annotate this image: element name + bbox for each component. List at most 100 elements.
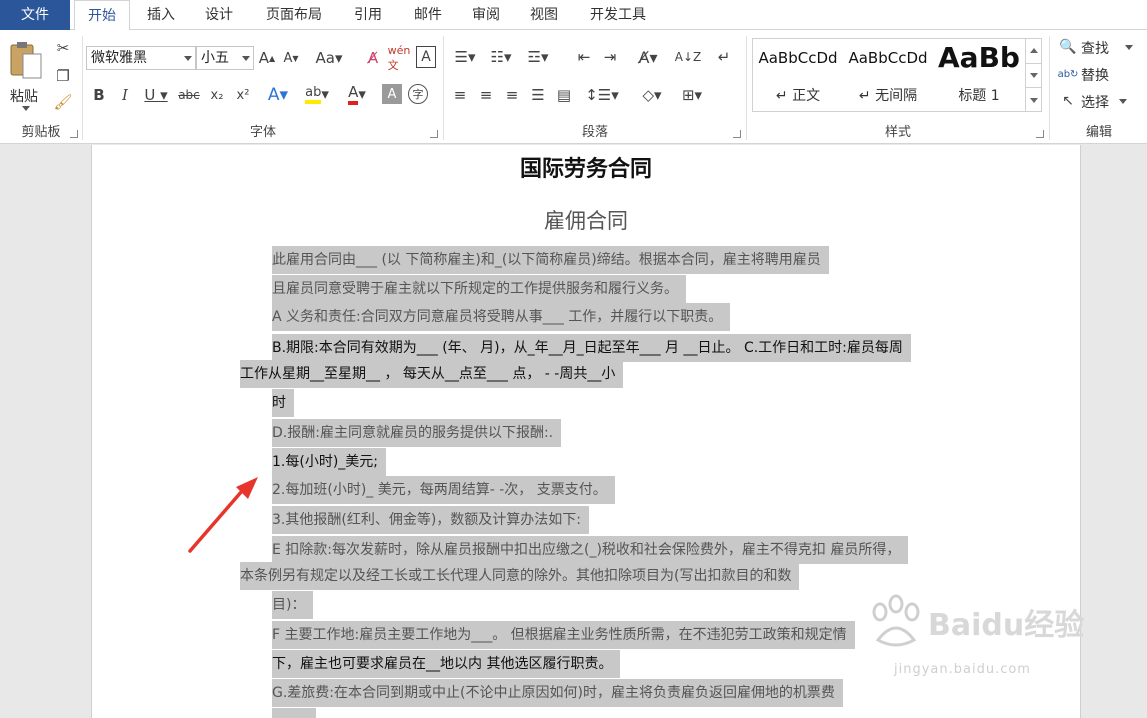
borders-icon[interactable]: ⊞▾ xyxy=(675,84,709,106)
tab-home[interactable]: 开始 xyxy=(74,0,130,31)
grow-font-icon[interactable]: A ▲ xyxy=(258,48,276,68)
red-arrow-icon xyxy=(188,477,258,553)
tab-insert[interactable]: 插入 xyxy=(136,0,186,30)
group-divider xyxy=(82,36,83,140)
chevron-down-icon xyxy=(184,56,192,61)
tab-review[interactable]: 审阅 xyxy=(462,0,510,30)
document-line[interactable]: E 扣除款:每次发薪时，除从雇员报酬中扣出应缴之(_)税收和社会保险费外，雇主不… xyxy=(272,536,909,564)
paste-label: 粘贴 xyxy=(10,89,38,105)
enclose-characters-icon[interactable]: 字 xyxy=(408,84,428,104)
select-label: 选择 xyxy=(1081,95,1109,111)
clear-formatting-icon[interactable]: A̸ xyxy=(362,48,384,68)
select-button[interactable]: ↖ 选择 xyxy=(1057,90,1143,112)
replace-label: 替换 xyxy=(1081,68,1109,84)
document-line[interactable]: F 主要工作地:雇员主要工作地为___。 但根据雇主业务性质所需，在不违犯劳工政… xyxy=(272,621,855,649)
character-border-icon[interactable]: A xyxy=(416,46,436,68)
clipboard-launcher-icon[interactable] xyxy=(70,130,78,138)
find-label: 查找 xyxy=(1081,41,1109,57)
document-line[interactable]: A 义务和责任:合同双方同意雇员将受聘从事___ 工作，并履行以下职责。 xyxy=(272,303,731,331)
tab-developer[interactable]: 开发工具 xyxy=(580,0,656,30)
shrink-font-icon[interactable]: A ▼ xyxy=(282,48,300,68)
align-right-icon[interactable]: ≡ xyxy=(501,84,523,106)
font-size-combo[interactable]: 小五 xyxy=(196,46,254,70)
multilevel-list-icon[interactable]: ☲▾ xyxy=(521,46,555,68)
paste-button[interactable]: 粘贴 xyxy=(6,38,46,114)
document-line[interactable]: 且雇员同意受聘于雇主就以下所规定的工作提供服务和履行义务。 xyxy=(272,275,686,303)
chevron-down-icon xyxy=(1119,99,1127,104)
tab-mailings[interactable]: 邮件 xyxy=(404,0,452,30)
underline-icon[interactable]: U ▾ xyxy=(142,84,170,106)
document-line[interactable]: 目)： xyxy=(272,591,314,619)
document-line[interactable]: G.差旅费:在本合同到期或中止(不论中止原因如何)时，雇主将负责雇负返回雇佣地的… xyxy=(272,679,843,707)
copy-icon[interactable]: ❐ xyxy=(52,66,74,86)
paragraph-launcher-icon[interactable] xyxy=(733,130,741,138)
font-name-combo[interactable]: 微软雅黑 xyxy=(86,46,196,70)
line-spacing-icon[interactable]: ↕☰▾ xyxy=(585,84,619,106)
tab-references[interactable]: 引用 xyxy=(344,0,392,30)
document-line[interactable]: D.报酬:雇主同意就雇员的服务提供以下报酬:. xyxy=(272,419,562,447)
document-line[interactable]: 本条例另有规定以及经工长或工长代理人同意的除外。其他扣除项目为(写出扣款目的和数 xyxy=(240,562,800,590)
decrease-indent-icon[interactable]: ⇤ xyxy=(573,46,595,68)
highlight-color-icon[interactable]: ab ▾ xyxy=(300,82,334,106)
font-size-value: 小五 xyxy=(201,50,229,66)
document-line[interactable]: 3.其他报酬(红利、佣金等)，数额及计算办法如下: xyxy=(272,506,589,534)
strikethrough-icon[interactable]: abc xyxy=(176,84,202,106)
numbering-icon[interactable]: ☷▾ xyxy=(485,46,517,68)
document-line[interactable]: 时 xyxy=(272,389,294,417)
document-line[interactable]: B.期限:本合同有效期为___ (年、 月)，从_年__月_日起至年___ 月 … xyxy=(272,334,911,362)
styles-launcher-icon[interactable] xyxy=(1036,130,1044,138)
paste-dropdown-icon[interactable] xyxy=(22,106,30,111)
tab-view[interactable]: 视图 xyxy=(520,0,568,30)
clipboard-group: 粘贴 ✂ ❐ 🖌 剪贴板 xyxy=(0,30,82,144)
chevron-down-icon xyxy=(1125,45,1133,50)
document-page[interactable]: 国际劳务合同 雇佣合同 此雇用合同由___ (以 下简称雇主)和_(以下简称雇员… xyxy=(91,145,1081,718)
bullets-icon[interactable]: ☰▾ xyxy=(449,46,481,68)
document-subtitle[interactable]: 雇佣合同 xyxy=(92,205,1080,235)
phonetic-guide-icon[interactable]: wén 文 xyxy=(388,44,411,72)
styles-group-label: 样式 xyxy=(884,125,911,140)
find-button[interactable]: 🔍 查找 xyxy=(1057,36,1143,58)
increase-indent-icon[interactable]: ⇥ xyxy=(599,46,621,68)
document-area: 国际劳务合同 雇佣合同 此雇用合同由___ (以 下简称雇主)和_(以下简称雇员… xyxy=(0,145,1147,718)
tab-design[interactable]: 设计 xyxy=(194,0,244,30)
document-line[interactable]: 2.每加班(小时)_ 美元，每两周结算- -次， 支票支付。 xyxy=(272,476,615,504)
character-shading-icon[interactable]: A xyxy=(382,84,402,104)
font-name-value: 微软雅黑 xyxy=(91,50,147,66)
distributed-icon[interactable]: ▤ xyxy=(553,84,575,106)
replace-button[interactable]: ab↻ 替换 xyxy=(1057,63,1143,85)
cut-icon[interactable]: ✂ xyxy=(52,38,74,58)
sort-icon[interactable]: A↓Z xyxy=(675,46,701,68)
superscript-icon[interactable]: x² xyxy=(232,84,254,106)
italic-icon[interactable]: I xyxy=(116,84,134,106)
chinese-layout-icon[interactable]: A̸▾ xyxy=(631,46,665,68)
tab-layout[interactable]: 页面布局 xyxy=(256,0,332,30)
document-line[interactable]: 1.每(小时)_美元; xyxy=(272,448,386,476)
font-launcher-icon[interactable] xyxy=(430,130,438,138)
tab-file[interactable]: 文件 xyxy=(0,0,70,30)
replace-icon: ab↻ xyxy=(1057,68,1079,80)
document-title[interactable]: 国际劳务合同 xyxy=(92,151,1080,183)
bold-icon[interactable]: B xyxy=(90,84,108,106)
styles-group: 样式 xyxy=(748,30,1048,144)
justify-icon[interactable]: ☰ xyxy=(527,84,549,106)
document-line[interactable]: 下，雇主也可要求雇员在__地以内 其他选区履行职责。 xyxy=(272,650,621,678)
format-painter-icon[interactable]: 🖌 xyxy=(52,92,74,112)
subscript-icon[interactable]: x₂ xyxy=(206,84,228,106)
paragraph-group: ☰▾ ☷▾ ☲▾ ⇤ ⇥ A̸▾ A↓Z ↵ ≡ ≡ ≡ ☰ ▤ ↕☰▾ ◇▾ … xyxy=(445,30,745,144)
document-line[interactable]: 工作从星期__至星期__ ， 每天从__点至___ 点， - -周共__小 xyxy=(240,360,624,388)
font-group-label: 字体 xyxy=(249,125,276,140)
change-case-icon[interactable]: Aa▾ xyxy=(312,48,346,68)
select-cursor-icon: ↖ xyxy=(1062,93,1074,109)
shading-icon[interactable]: ◇▾ xyxy=(635,84,669,106)
text-effects-icon[interactable]: A▾ xyxy=(264,84,292,106)
document-line[interactable]: 此雇用合同由___ (以 下简称雇主)和_(以下简称雇员)缔结。根据本合同，雇主… xyxy=(272,246,829,274)
editing-group: 🔍 查找 ab↻ 替换 ↖ 选择 编辑 xyxy=(1051,30,1147,144)
font-color-icon[interactable]: A ▾ xyxy=(340,82,374,106)
align-center-icon[interactable]: ≡ xyxy=(475,84,497,106)
ribbon-tab-bar: 文件 开始 插入 设计 页面布局 引用 邮件 审阅 视图 开发工具 xyxy=(0,0,1147,31)
paragraph-group-label: 段落 xyxy=(581,125,608,140)
align-left-icon[interactable]: ≡ xyxy=(449,84,471,106)
font-group: 微软雅黑 小五 A ▲ A ▼ Aa▾ A̸ wén 文 A B I U ▾ abc … xyxy=(84,30,442,144)
show-formatting-marks-icon[interactable]: ↵ xyxy=(713,46,735,68)
document-line xyxy=(272,708,316,718)
